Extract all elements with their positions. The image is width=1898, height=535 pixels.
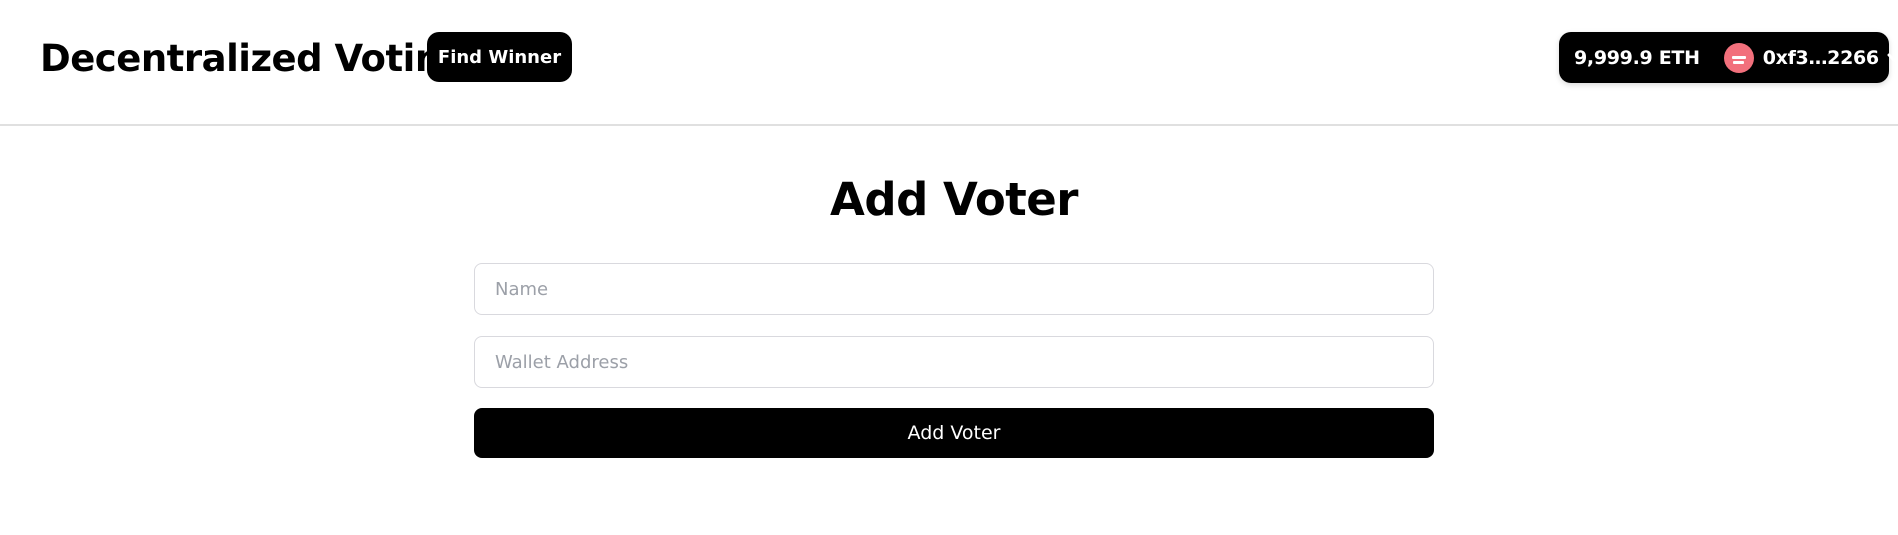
page-title: Add Voter — [830, 173, 1078, 226]
chevron-down-icon[interactable] — [1887, 53, 1898, 63]
name-input[interactable] — [474, 263, 1434, 315]
wallet-address-input[interactable] — [474, 336, 1434, 388]
account-selector[interactable]: 0xf3…2266 — [1723, 42, 1898, 73]
add-voter-button[interactable]: Add Voter — [474, 408, 1434, 458]
eth-balance: 9,999.9 ETH — [1574, 46, 1700, 69]
top-nav-bar: Decentralized Voting Find Winner 9,999.9… — [0, 0, 1898, 126]
wallet-address: 0xf3…2266 — [1762, 46, 1879, 69]
wallet-connect-button[interactable]: 9,999.9 ETH 0xf3…2266 — [1559, 32, 1898, 83]
find-winner-button[interactable]: Find Winner — [427, 32, 572, 82]
account-avatar — [1723, 42, 1754, 73]
app-title: Decentralized Voting — [40, 37, 467, 80]
